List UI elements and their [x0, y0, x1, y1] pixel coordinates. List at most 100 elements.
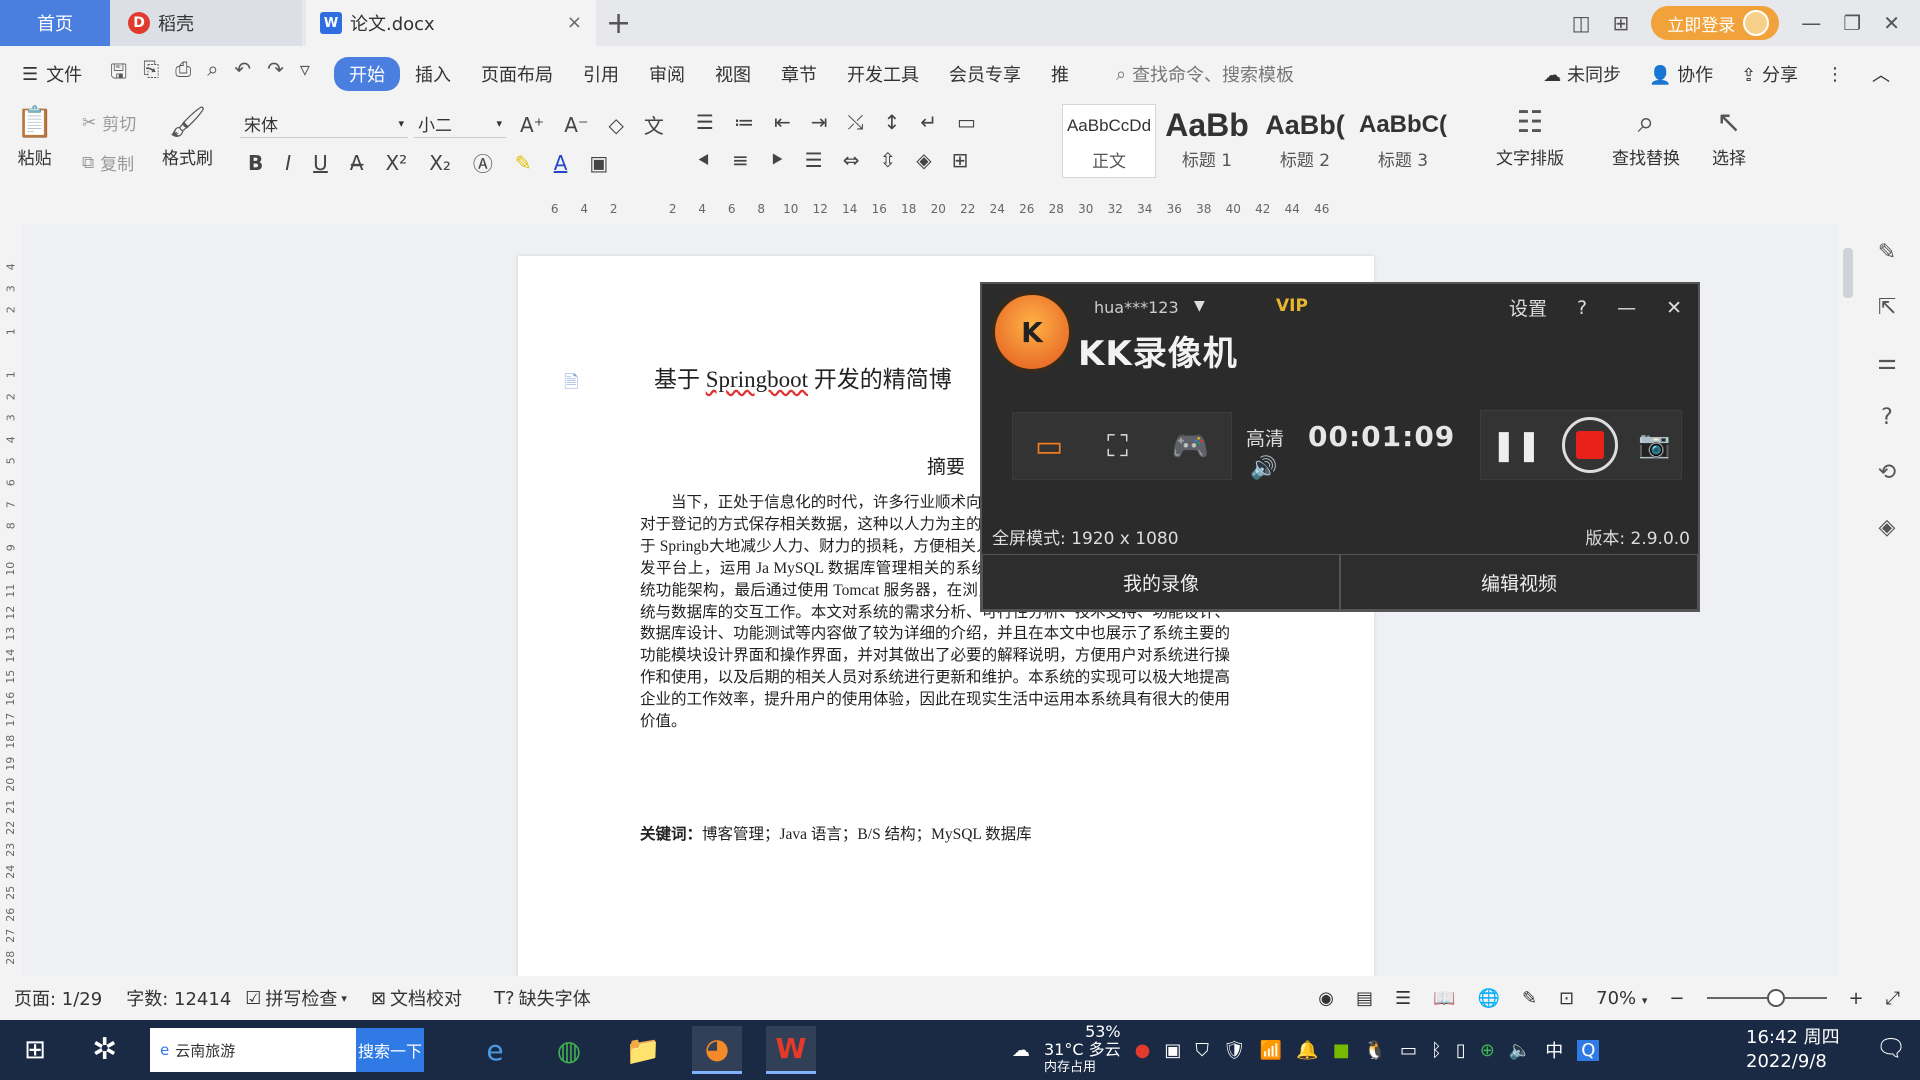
spellcheck-button[interactable]: ☑ 拼写检查 ▾ — [245, 985, 347, 1011]
kk-vip-badge[interactable]: VIP — [1276, 296, 1308, 316]
kk-settings-button[interactable]: 设置 — [1509, 294, 1547, 321]
help-circle-icon[interactable]: ? — [1881, 405, 1893, 430]
volume-icon[interactable]: 🔊 — [1250, 456, 1277, 481]
align-left-icon[interactable]: ⯇ — [696, 148, 712, 172]
kk-minimize-icon[interactable]: — — [1617, 297, 1636, 319]
file-explorer-icon[interactable]: 📁 — [618, 1026, 668, 1074]
tab-review[interactable]: 审阅 — [634, 57, 700, 91]
minimize-icon[interactable]: — — [1801, 11, 1821, 35]
command-search[interactable]: ⌕ 查找命令、搜索模板 — [1116, 61, 1294, 87]
chinese-layout-icon[interactable]: ⤯ — [847, 110, 863, 134]
cut-button[interactable]: ✂ 剪切 — [82, 110, 136, 136]
qq-icon[interactable]: 🐧 — [1364, 1040, 1386, 1061]
kk-recorder-window[interactable]: K hua***123 ▼ VIP KK录像机 设置 ? — ✕ ▭ ⛶ 🎮 高… — [980, 282, 1700, 612]
increase-indent-icon[interactable]: ⇥ — [811, 110, 828, 134]
customize-chevron-down-icon[interactable]: ▿ — [300, 57, 310, 91]
grow-font-icon[interactable]: A⁺ — [520, 113, 544, 137]
game-mode-icon[interactable]: 🎮 — [1172, 429, 1209, 464]
justify-icon[interactable]: ☰ — [805, 148, 823, 172]
stop-record-button[interactable] — [1561, 417, 1618, 473]
superscript-icon[interactable]: X² — [385, 151, 407, 175]
login-button[interactable]: 立即登录 — [1651, 6, 1780, 40]
ime-indicator[interactable]: 中 — [1545, 1037, 1563, 1063]
horizontal-ruler[interactable]: 6 4 2 2 4 6 8 10 12 14 16 18 20 22 24 26 28 30 32 34 36 38 40 4… — [0, 198, 1840, 224]
kk-recorder-app-icon[interactable]: ◕ — [692, 1026, 742, 1074]
tab-recommend[interactable]: 推 — [1036, 57, 1084, 91]
taskbar-clock[interactable]: 16:42 周四 2022/9/8 — [1746, 1026, 1840, 1074]
pen-icon[interactable]: ✎ — [1878, 240, 1896, 265]
font-size-select[interactable]: 小二 ▾ — [414, 110, 506, 138]
my-recordings-button[interactable]: 我的录像 — [982, 554, 1340, 610]
find-replace-button[interactable]: ⌕ 查找替换 — [1612, 106, 1680, 170]
360-browser-icon[interactable]: ◍ — [544, 1026, 594, 1074]
windows-start-icon[interactable]: ⊞ — [0, 1035, 70, 1065]
page-count[interactable]: 页面: 1/29 — [14, 985, 102, 1011]
font-name-select[interactable]: 宋体 ▾ — [240, 110, 408, 138]
print-icon[interactable]: ⎙ — [175, 57, 191, 91]
tab-close-icon[interactable]: × — [567, 12, 582, 33]
wps-app-icon[interactable]: W — [766, 1026, 816, 1074]
zoom-out-icon[interactable]: − — [1669, 988, 1684, 1009]
kk-user-name[interactable]: hua***123 — [1094, 298, 1179, 317]
assistant-fan-icon[interactable]: ✲ — [92, 1032, 117, 1067]
usb-icon[interactable]: ▯ — [1456, 1040, 1466, 1061]
tab-page-layout[interactable]: 页面布局 — [466, 57, 568, 91]
zoom-in-icon[interactable]: + — [1849, 988, 1864, 1009]
weather-cloud-icon[interactable]: ☁ — [1012, 1040, 1030, 1061]
tab-view[interactable]: 视图 — [700, 57, 766, 91]
tab-start[interactable]: 开始 — [333, 57, 400, 91]
numbered-list-icon[interactable]: ≔ — [734, 110, 754, 134]
speaker-icon[interactable]: 🔈 — [1509, 1040, 1531, 1061]
tab-document[interactable]: W 论文.docx × — [306, 0, 596, 46]
bold-icon[interactable]: B — [248, 151, 263, 175]
action-center-icon[interactable]: 🗨 — [1876, 1034, 1906, 1062]
word-count[interactable]: 字数: 12414 — [126, 985, 231, 1011]
apps-grid-icon[interactable]: ⊞ — [1613, 11, 1630, 35]
vertical-ruler[interactable]: 4 3 2 1 1 2 3 4 5 6 7 8 9 10 11 12 13 14 15 16 17 18 19 20 21 22 2… — [0, 256, 22, 976]
text-effect-icon[interactable]: Ⓐ — [473, 148, 493, 177]
tab-home[interactable]: 首页 — [0, 0, 110, 46]
tab-references[interactable]: 引用 — [568, 57, 634, 91]
align-center-icon[interactable]: ≡ — [732, 148, 749, 172]
edit-video-button[interactable]: 编辑视频 — [1340, 554, 1698, 610]
select-button[interactable]: ↖ 选择 — [1712, 106, 1746, 170]
fit-page-icon[interactable]: ⊡ — [1559, 988, 1574, 1009]
sync-button[interactable]: ☁ 未同步 — [1543, 61, 1621, 87]
eye-protect-icon[interactable]: ◉ — [1318, 988, 1334, 1009]
compass-icon[interactable]: ◈ — [1879, 515, 1896, 540]
show-marks-icon[interactable]: ↵ — [920, 110, 937, 134]
phonetic-icon[interactable]: 文 — [644, 110, 664, 139]
document-title[interactable]: 基于 Springboot 开发的精简博 — [654, 360, 952, 394]
copy-button[interactable]: ⧉ 复制 — [82, 150, 134, 176]
sliders-icon[interactable]: ⚌ — [1877, 350, 1897, 375]
save-icon[interactable]: 🖫 — [110, 57, 127, 91]
camera-icon[interactable]: 📷 — [1638, 430, 1670, 460]
missing-font-button[interactable]: T? 缺失字体 — [494, 985, 591, 1011]
tray-security-icon[interactable]: ⛉ — [1195, 1040, 1209, 1061]
battery-icon[interactable]: ▭ — [1400, 1040, 1417, 1061]
zoom-slider-knob[interactable] — [1766, 989, 1785, 1007]
bullet-list-icon[interactable]: ☰ — [696, 110, 714, 134]
tab-member[interactable]: 会员专享 — [934, 57, 1036, 91]
tray-app-icon[interactable]: ▣ — [1164, 1040, 1181, 1061]
more-icon[interactable]: ⋮ — [1826, 64, 1844, 85]
pause-icon[interactable]: ❚❚ — [1491, 428, 1541, 463]
new-tab-plus-icon[interactable]: + — [606, 6, 631, 41]
zoom-select[interactable]: 70% ▾ — [1596, 988, 1647, 1009]
reading-view-icon[interactable]: 📖 — [1433, 988, 1455, 1009]
clear-format-icon[interactable]: ◇ — [609, 113, 624, 137]
share-button[interactable]: ⇪ 分享 — [1741, 61, 1798, 87]
char-border-icon[interactable]: ▣ — [589, 151, 608, 175]
file-menu[interactable]: ☰ 文件 — [22, 61, 82, 87]
tab-insert[interactable]: 插入 — [400, 57, 466, 91]
fullscreen-icon[interactable]: ⤢ — [1886, 988, 1900, 1009]
tab-daoke[interactable]: D 稻壳 — [110, 0, 302, 46]
export-pdf-icon[interactable]: ⎘ — [143, 57, 159, 91]
table-border-icon[interactable]: ▭ — [957, 110, 976, 134]
decrease-indent-icon[interactable]: ⇤ — [774, 110, 791, 134]
text-layout-button[interactable]: ☷ 文字排版 — [1496, 106, 1564, 170]
close-window-icon[interactable]: ✕ — [1883, 11, 1900, 35]
borders-icon[interactable]: ⊞ — [952, 148, 969, 172]
proofread-button[interactable]: ⊠ 文档校对 — [371, 985, 462, 1011]
kk-user-chevron-down-icon[interactable]: ▼ — [1194, 298, 1205, 314]
